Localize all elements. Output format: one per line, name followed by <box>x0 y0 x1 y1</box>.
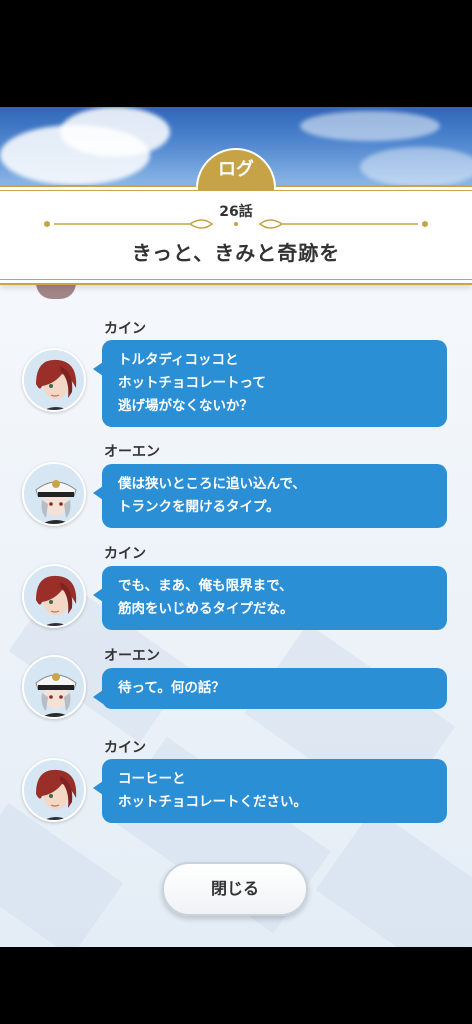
character-avatar <box>22 655 86 719</box>
background-facet <box>315 808 472 947</box>
message-bubble: 待って。何の話？ <box>93 668 447 709</box>
message-text: 筋肉をいじめるタイプだな。 <box>118 601 294 617</box>
message-text: ホットチョコレートって <box>118 375 266 391</box>
message-text: 逃げ場がなくないか？ <box>118 398 253 414</box>
cloud <box>300 111 440 141</box>
speaker-name: カイン <box>104 546 146 562</box>
message-bubble: トルタディコッコとホットチョコレートって 逃げ場がなくないか？ <box>93 340 447 427</box>
ornament-divider-icon <box>44 219 428 229</box>
speaker-name: オーエン <box>104 444 160 460</box>
message-bubble: コーヒーとホットチョコレートください。 <box>93 759 447 823</box>
cloud <box>60 107 170 157</box>
character-avatar <box>22 758 86 822</box>
story-title: きっと、きみと奇跡を <box>131 241 341 265</box>
message-text: 待って。何の話？ <box>118 680 225 696</box>
message-bubble: でも、まあ、俺も限界まで、 筋肉をいじめるタイプだな。 <box>93 566 447 630</box>
background-facet <box>0 802 124 947</box>
message-text: でも、まあ、俺も限界まで、 <box>118 578 293 594</box>
log-header: 26話 きっと、きみと奇跡を <box>0 185 472 285</box>
message-text: トルタディコッコと <box>118 352 239 368</box>
gold-line <box>0 190 472 191</box>
cloud <box>360 147 472 185</box>
message-text: トランクを開けるタイプ。 <box>118 499 280 515</box>
speaker-name: カイン <box>104 740 146 756</box>
message-bubble: 僕は狭いところに追い込んで、 トランクを開けるタイプ。 <box>93 464 447 528</box>
character-avatar <box>22 462 86 526</box>
message-text: 僕は狭いところに追い込んで、 <box>118 476 306 492</box>
game-screen: ログ 26話 きっと、きみと奇跡を カイン トルタディコッコと ホットチョコレートっ… <box>0 0 472 1024</box>
speaker-name: カイン <box>104 321 146 337</box>
gold-line <box>0 279 472 280</box>
speaker-name: オーエン <box>104 648 160 664</box>
message-text: ホットチョコレートください。 <box>118 794 307 810</box>
character-avatar <box>22 564 86 628</box>
close-button[interactable]: 閉じる <box>162 862 308 916</box>
character-avatar <box>22 348 86 412</box>
message-text: コーヒーと <box>118 771 186 787</box>
